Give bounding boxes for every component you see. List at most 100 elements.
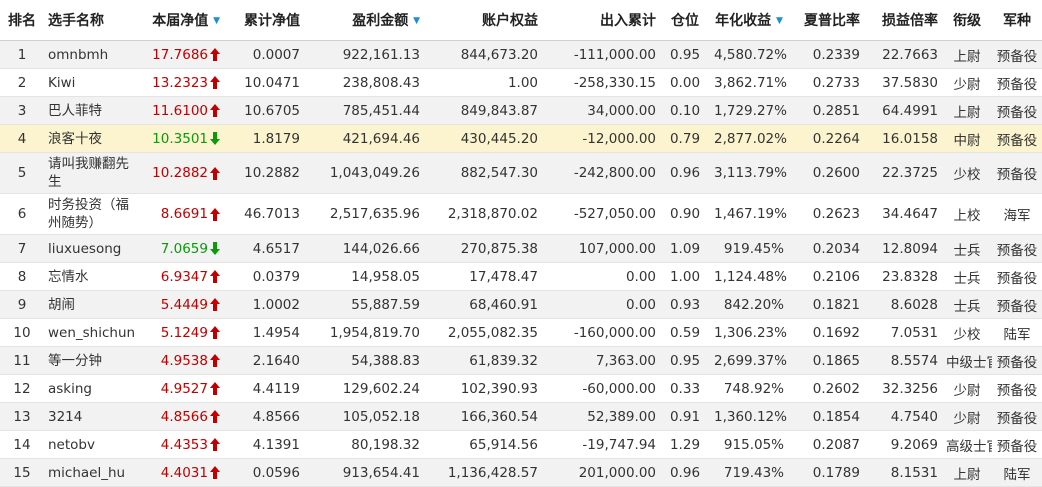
cell-rank: 13: [0, 402, 44, 431]
cell-player-name[interactable]: 浪客十夜: [44, 124, 142, 153]
cell-pos: 1.09: [660, 234, 710, 263]
cell-annual: 719.43%: [710, 458, 788, 487]
cell-cum: 10.2882: [224, 152, 304, 194]
cell-grade: 中尉: [942, 124, 992, 153]
header-flow[interactable]: 出入累计: [542, 0, 660, 41]
table-row[interactable]: 13 3214 4.8566 4.8566 105,052.18 166,360.54 52…: [0, 402, 1042, 431]
cell-equity: 882,547.30: [424, 152, 542, 194]
table-row[interactable]: 5 请叫我赚翻先生 10.2882 10.2882 1,043,049.26 882,54…: [0, 152, 1042, 194]
cell-cum: 1.0002: [224, 290, 304, 319]
cell-nav: 5.4449: [142, 290, 224, 319]
cell-grade: 上尉: [942, 40, 992, 69]
table-row[interactable]: 14 netobv 4.4353 4.1391 80,198.32 65,914.56 -1…: [0, 430, 1042, 459]
cell-player-name[interactable]: 忘情水: [44, 262, 142, 291]
cell-rank: 5: [0, 152, 44, 194]
cell-player-name[interactable]: michael_hu: [44, 458, 142, 487]
table-row[interactable]: 8 忘情水 6.9347 0.0379 14,958.05 17,478.47 0.00 1.…: [0, 262, 1042, 291]
cell-sharpe: 0.2851: [788, 96, 864, 125]
header-rank[interactable]: 排名: [0, 0, 44, 41]
cell-cum: 1.4954: [224, 318, 304, 347]
header-plr[interactable]: 损益倍率: [864, 0, 942, 41]
cell-player-name[interactable]: asking: [44, 374, 142, 403]
cell-player-name[interactable]: 时务投资（福州随势）: [44, 193, 142, 235]
cell-flow: -258,330.15: [542, 68, 660, 97]
cell-pos: 1.29: [660, 430, 710, 459]
cell-plr: 8.6028: [864, 290, 942, 319]
cell-nav: 4.4353: [142, 430, 224, 459]
cell-rank: 2: [0, 68, 44, 97]
cell-player-name[interactable]: wen_shichun: [44, 318, 142, 347]
nav-value: 7.0659: [160, 240, 208, 257]
cell-flow: 201,000.00: [542, 458, 660, 487]
cell-annual: 3,862.71%: [710, 68, 788, 97]
header-name[interactable]: 选手名称: [44, 0, 142, 41]
cell-plr: 12.8094: [864, 234, 942, 263]
header-sharpe[interactable]: 夏普比率: [788, 0, 864, 41]
cell-plr: 4.7540: [864, 402, 942, 431]
sort-down-icon: ▼: [775, 16, 783, 26]
cell-pos: 0.33: [660, 374, 710, 403]
cell-player-name[interactable]: omnbmh: [44, 40, 142, 69]
sort-down-icon: ▼: [413, 16, 420, 26]
arrow-up-icon: [210, 166, 220, 180]
table-row[interactable]: 15 michael_hu 4.4031 0.0596 913,654.41 1,136,…: [0, 458, 1042, 487]
table-row[interactable]: 6 时务投资（福州随势） 8.6691 46.7013 2,517,635.96 2,31…: [0, 193, 1042, 235]
cell-player-name[interactable]: netobv: [44, 430, 142, 459]
arrow-up-icon: [210, 410, 220, 423]
arrow-up-icon: [210, 438, 220, 451]
cell-pos: 0.95: [660, 40, 710, 69]
cell-player-name[interactable]: 请叫我赚翻先生: [44, 152, 142, 194]
cell-cum: 10.6705: [224, 96, 304, 125]
table-row[interactable]: 11 等一分钟 4.9538 2.1640 54,388.83 61,839.32 7,36…: [0, 346, 1042, 375]
cell-army: 预备役: [992, 430, 1042, 459]
cell-rank: 1: [0, 40, 44, 69]
cell-flow: -242,800.00: [542, 152, 660, 194]
header-cum[interactable]: 累计净值: [224, 0, 304, 41]
header-nav[interactable]: 本届净值 ▼: [142, 0, 224, 41]
cell-profit: 785,451.44: [304, 96, 424, 125]
cell-sharpe: 0.2623: [788, 193, 864, 235]
nav-value: 10.2882: [152, 165, 208, 181]
cell-plr: 22.3725: [864, 152, 942, 194]
arrow-up-icon: [210, 48, 220, 61]
cell-equity: 849,843.87: [424, 96, 542, 125]
cell-sharpe: 0.2602: [788, 374, 864, 403]
table-row[interactable]: 3 巴人菲特 11.6100 10.6705 785,451.44 849,843.87 3…: [0, 96, 1042, 125]
cell-army: 海军: [992, 193, 1042, 235]
cell-flow: 0.00: [542, 262, 660, 291]
cell-equity: 2,055,082.35: [424, 318, 542, 347]
cell-annual: 915.05%: [710, 430, 788, 459]
nav-value: 13.2323: [152, 74, 208, 91]
header-profit[interactable]: 盈利金额 ▼: [304, 0, 424, 41]
table-row[interactable]: 1 omnbmh 17.7686 0.0007 922,161.13 844,673.20…: [0, 40, 1042, 69]
cell-equity: 102,390.93: [424, 374, 542, 403]
cell-rank: 9: [0, 290, 44, 319]
table-row[interactable]: 2 Kiwi 13.2323 10.0471 238,808.43 1.00 -258,33…: [0, 68, 1042, 97]
cell-profit: 144,026.66: [304, 234, 424, 263]
cell-flow: 7,363.00: [542, 346, 660, 375]
cell-player-name[interactable]: liuxuesong: [44, 234, 142, 263]
cell-rank: 10: [0, 318, 44, 347]
cell-rank: 6: [0, 193, 44, 235]
cell-player-name[interactable]: 等一分钟: [44, 346, 142, 375]
cell-army: 预备役: [992, 40, 1042, 69]
header-pos[interactable]: 仓位: [660, 0, 710, 41]
table-row[interactable]: 10 wen_shichun 5.1249 1.4954 1,954,819.70 2,0…: [0, 318, 1042, 347]
header-army[interactable]: 军种: [992, 0, 1042, 41]
cell-player-name[interactable]: 3214: [44, 402, 142, 431]
cell-nav: 7.0659: [142, 234, 224, 263]
cell-player-name[interactable]: 胡闹: [44, 290, 142, 319]
table-row[interactable]: 7 liuxuesong 7.0659 4.6517 144,026.66 270,875…: [0, 234, 1042, 263]
header-annual[interactable]: 年化收益 ▼: [710, 0, 788, 41]
cell-player-name[interactable]: Kiwi: [44, 68, 142, 97]
table-row[interactable]: 9 胡闹 5.4449 1.0002 55,887.59 68,460.91 0.00 0.9…: [0, 290, 1042, 319]
header-grade[interactable]: 衔级: [942, 0, 992, 41]
header-equity[interactable]: 账户权益: [424, 0, 542, 41]
cell-flow: -12,000.00: [542, 124, 660, 153]
cell-rank: 12: [0, 374, 44, 403]
table-row[interactable]: 12 asking 4.9527 4.4119 129,602.24 102,390.93…: [0, 374, 1042, 403]
table-row[interactable]: 4 浪客十夜 10.3501 1.8179 421,694.46 430,445.20 -1…: [0, 124, 1042, 153]
cell-pos: 0.00: [660, 68, 710, 97]
cell-player-name[interactable]: 巴人菲特: [44, 96, 142, 125]
nav-value: 10.3501: [152, 130, 208, 147]
